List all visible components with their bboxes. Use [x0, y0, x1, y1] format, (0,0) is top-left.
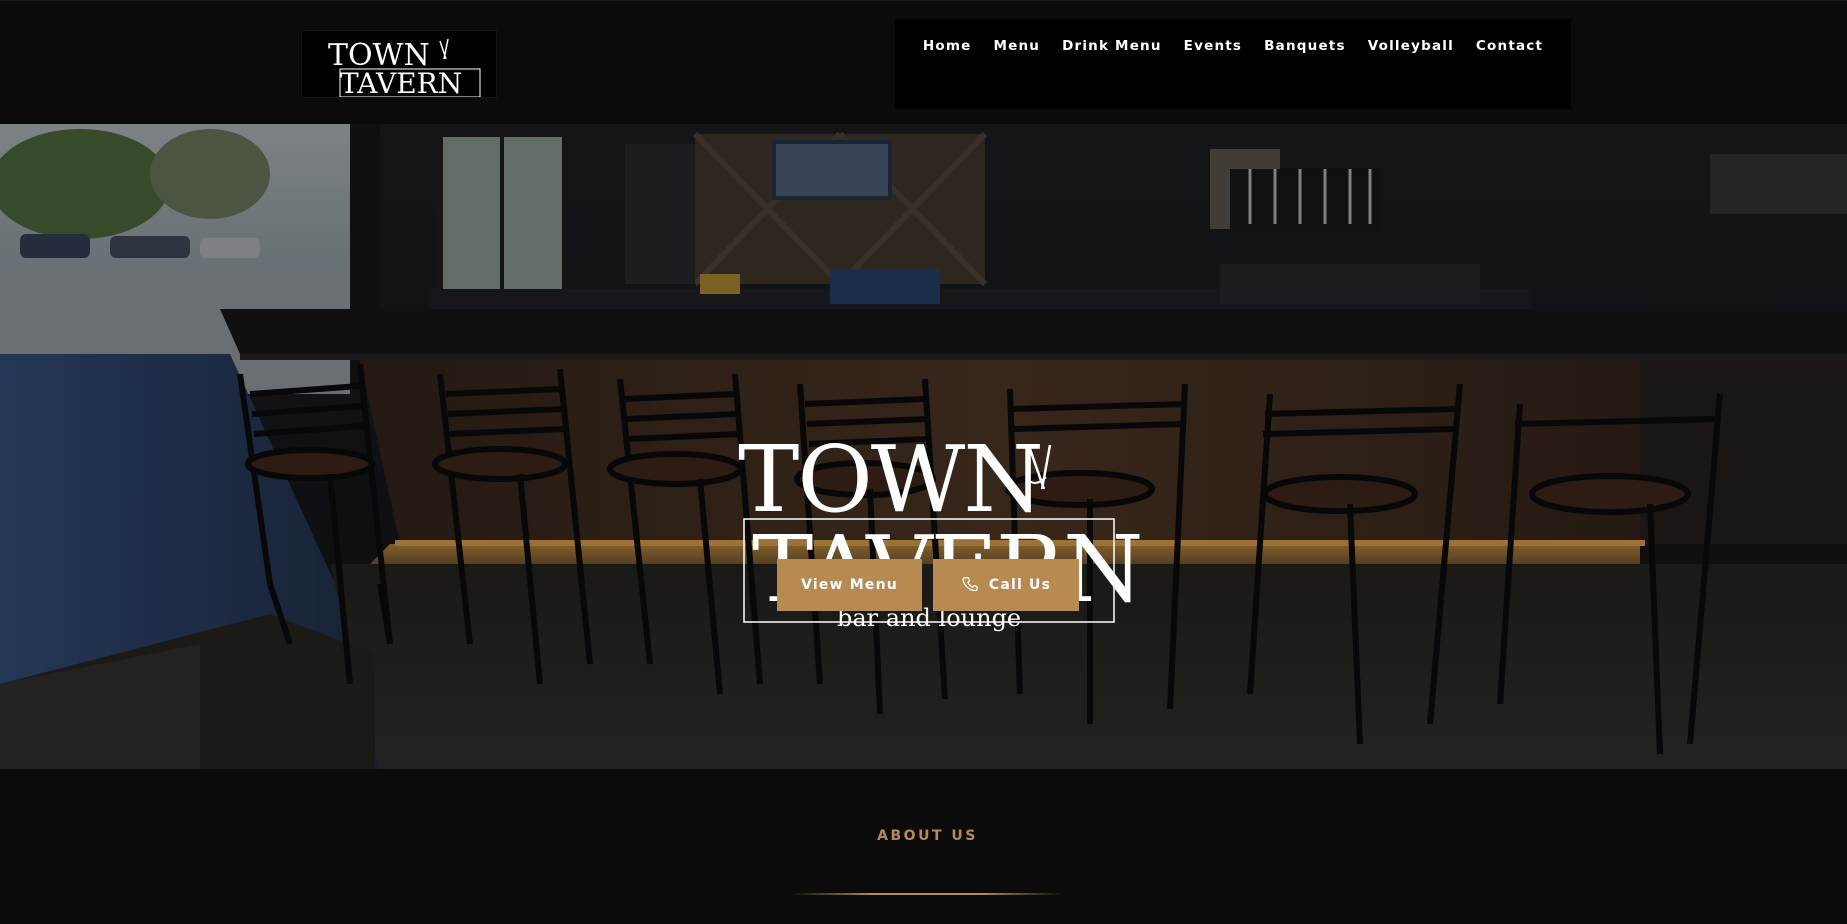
nav-item-drink-menu[interactable]: Drink Menu — [1051, 38, 1173, 54]
about-section: ABOUT US — [0, 769, 1847, 924]
nav-item-banquets[interactable]: Banquets — [1253, 38, 1357, 54]
site-header: TOWN TAVERN Home Menu Drink Menu Events … — [0, 0, 1847, 124]
nav-item-contact[interactable]: Contact — [1465, 38, 1554, 54]
call-us-button[interactable]: Call Us — [933, 559, 1079, 611]
phone-icon — [962, 577, 978, 592]
nav-list: Home Menu Drink Menu Events Banquets Vol… — [895, 38, 1571, 54]
nav-item-events[interactable]: Events — [1173, 38, 1253, 54]
about-divider — [790, 893, 1064, 895]
hero-section: TOWN TAVERN bar and lounge View Menu Cal… — [0, 124, 1847, 769]
nav-item-menu[interactable]: Menu — [982, 38, 1051, 54]
about-us-heading: ABOUT US — [877, 828, 978, 844]
nav-item-home[interactable]: Home — [912, 38, 983, 54]
logo-tavern-text: TAVERN — [340, 67, 462, 98]
call-us-label: Call Us — [988, 577, 1052, 593]
view-menu-button[interactable]: View Menu — [777, 559, 922, 611]
nav-item-volleyball[interactable]: Volleyball — [1357, 38, 1465, 54]
main-nav: Home Menu Drink Menu Events Banquets Vol… — [895, 19, 1571, 109]
site-logo[interactable]: TOWN TAVERN — [301, 30, 497, 98]
